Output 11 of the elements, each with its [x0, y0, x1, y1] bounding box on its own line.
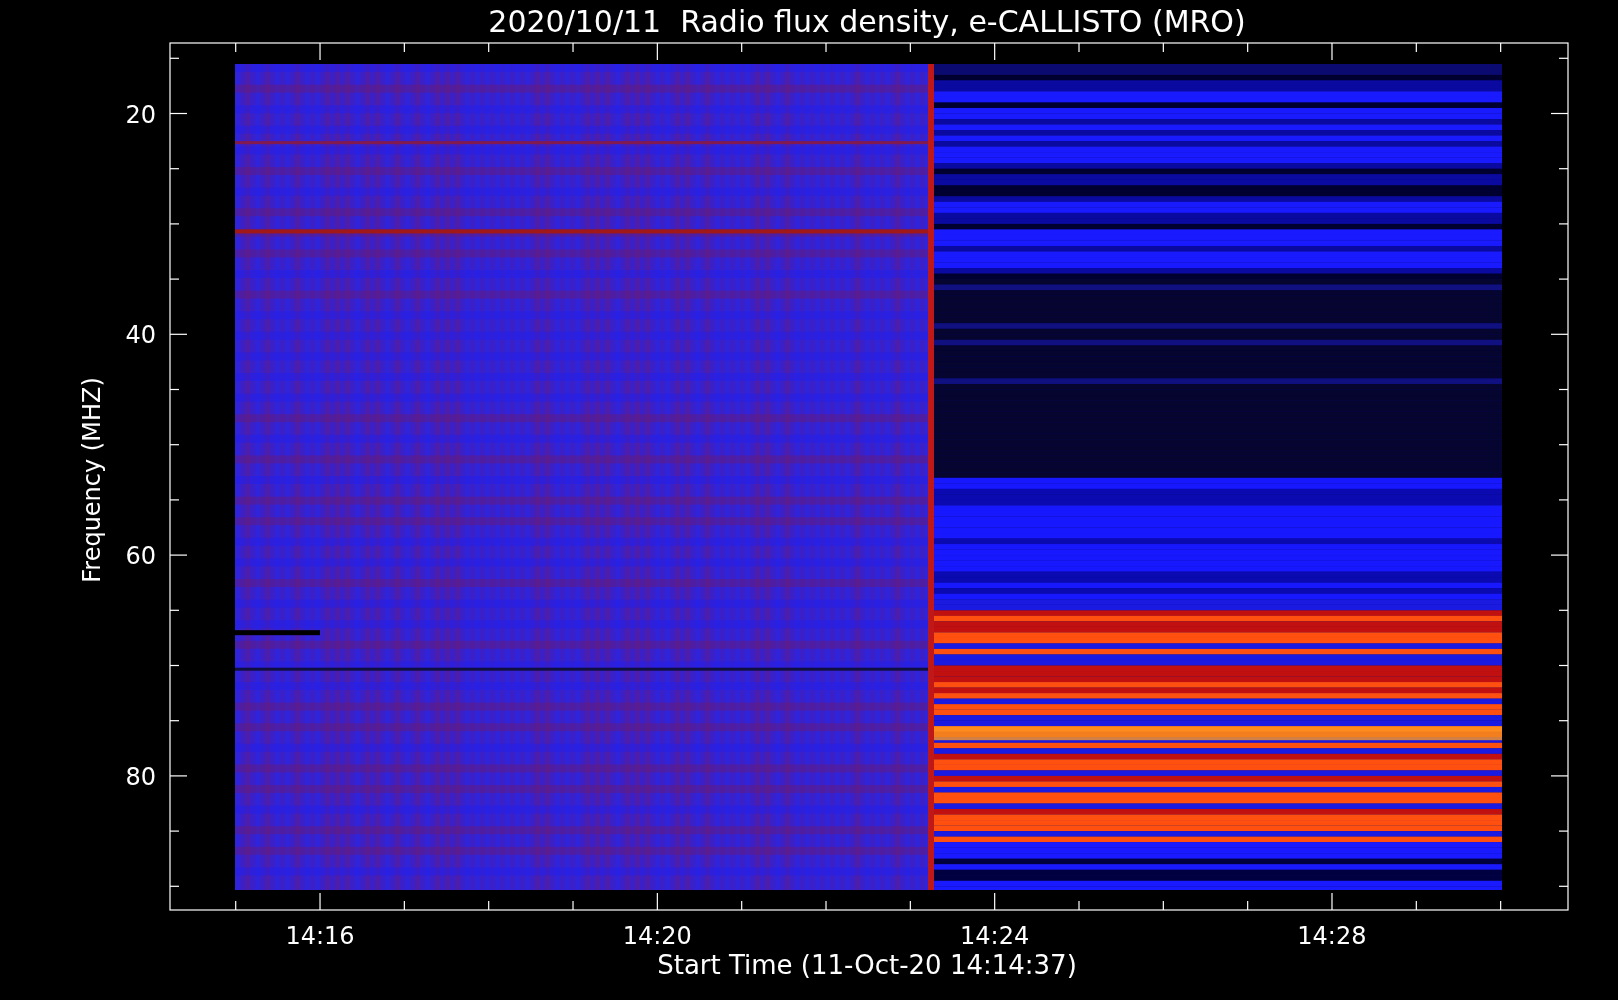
tick-label: 60: [125, 542, 156, 571]
axis-title: Start Time (11-Oct-20 14:14:37): [657, 950, 1077, 980]
tick-label: 40: [125, 321, 156, 350]
tick-label: 14:28: [1297, 922, 1367, 950]
tick-label: 14:20: [622, 922, 692, 950]
tick-label: 14:24: [960, 922, 1030, 950]
chart-title: 2020/10/11 Radio flux density, e-CALLISTO (MRO): [488, 4, 1246, 39]
tick-label: 20: [125, 100, 156, 129]
tick-label: 80: [125, 762, 156, 791]
axis-title: Frequency (MHZ): [78, 377, 106, 583]
tick-label: 14:16: [285, 922, 355, 950]
